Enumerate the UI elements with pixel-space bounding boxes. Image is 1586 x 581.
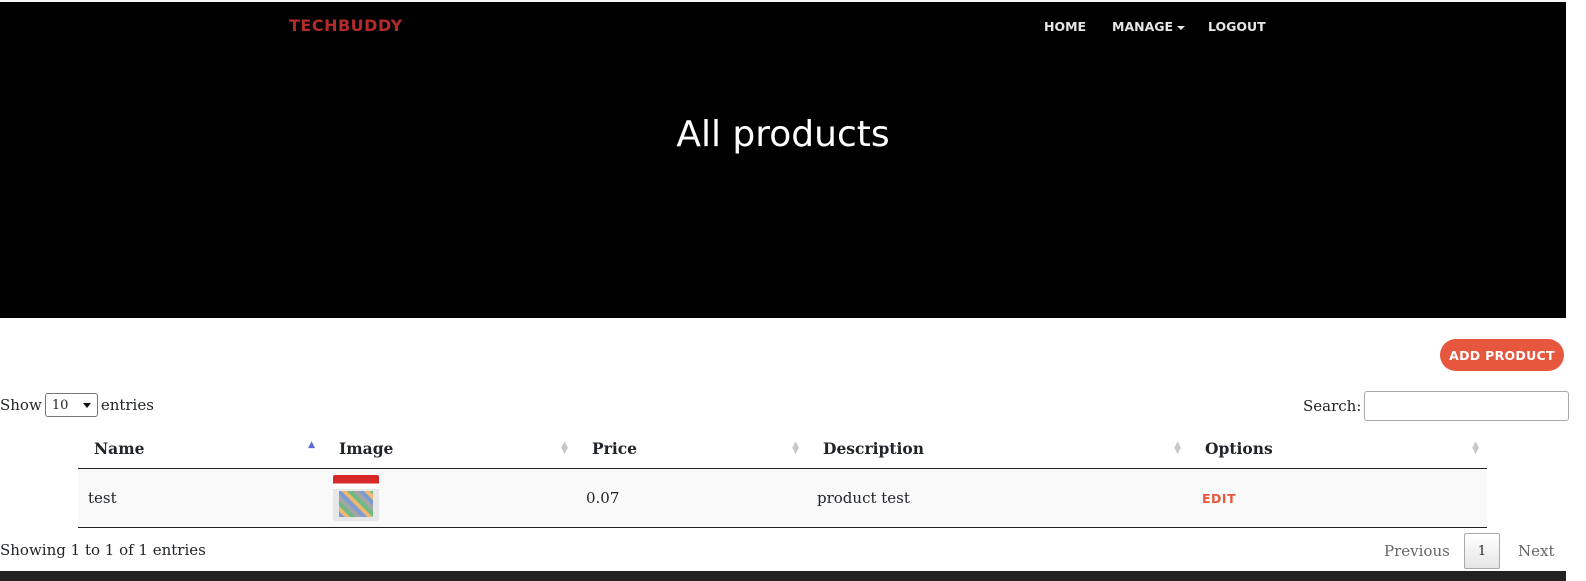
entries-length-control: Show 10 entries [0,393,154,417]
nav-logout[interactable]: LOGOUT [1208,19,1266,34]
cell-options: EDIT [1189,468,1487,528]
pagination-next[interactable]: Next [1518,542,1555,560]
entries-select-value: 10 [51,397,69,413]
cell-image [323,468,576,528]
pagination-previous[interactable]: Previous [1384,542,1464,560]
cell-description: product test [807,468,1189,528]
sort-icon: ▲ ▼ [561,440,568,456]
column-header-options[interactable]: Options ▲ ▼ [1189,428,1487,469]
entries-select[interactable]: 10 [44,393,98,417]
column-header-name[interactable]: Name ▲ [78,428,323,469]
table-row: test 0.07 product test EDIT [78,468,1487,528]
column-header-image[interactable]: Image ▲ ▼ [323,428,576,469]
sort-icon: ▲ ▼ [1472,440,1479,456]
pagination-page-1[interactable]: 1 [1464,533,1500,569]
pagination: Previous 1 Next [1384,533,1555,569]
column-options-label: Options [1205,438,1273,458]
entries-label: entries [100,396,154,414]
column-header-price[interactable]: Price ▲ ▼ [576,428,807,469]
page-title: All products [676,114,890,155]
product-thumbnail [333,475,379,521]
search-control: Search: [1303,391,1570,421]
page-edge [1566,0,1586,581]
edit-link[interactable]: EDIT [1202,491,1236,506]
column-price-label: Price [592,438,638,458]
nav-manage-dropdown[interactable]: MANAGE [1112,19,1186,34]
table-header-row: Name ▲ Image ▲ ▼ Price ▲ ▼ Description ▲ ▼ … [78,428,1487,469]
footer-bar [0,571,1566,581]
brand-logo[interactable]: TECHBUDDY [289,16,403,35]
show-label: Show [0,396,42,414]
sort-icon: ▲ ▼ [792,440,799,456]
column-header-description[interactable]: Description ▲ ▼ [807,428,1189,469]
sort-icon: ▲ ▼ [1174,440,1181,456]
search-label: Search: [1303,397,1362,415]
cell-price: 0.07 [576,468,807,528]
nav-home[interactable]: HOME [1044,19,1086,34]
column-image-label: Image [339,438,394,458]
table-info: Showing 1 to 1 of 1 entries [0,541,206,559]
search-input[interactable] [1364,391,1570,421]
hero-banner [0,0,1566,318]
caret-down-icon [1177,25,1186,30]
add-product-button[interactable]: ADD PRODUCT [1440,339,1564,371]
cell-name: test [78,468,323,528]
top-border [0,0,1566,2]
column-name-label: Name [94,438,145,458]
products-table: Name ▲ Image ▲ ▼ Price ▲ ▼ Description ▲ ▼ … [78,428,1487,528]
sort-asc-icon: ▲ [308,440,315,450]
chevron-down-icon [82,402,91,408]
column-description-label: Description [823,438,925,458]
nav-manage-label: MANAGE [1112,19,1174,34]
